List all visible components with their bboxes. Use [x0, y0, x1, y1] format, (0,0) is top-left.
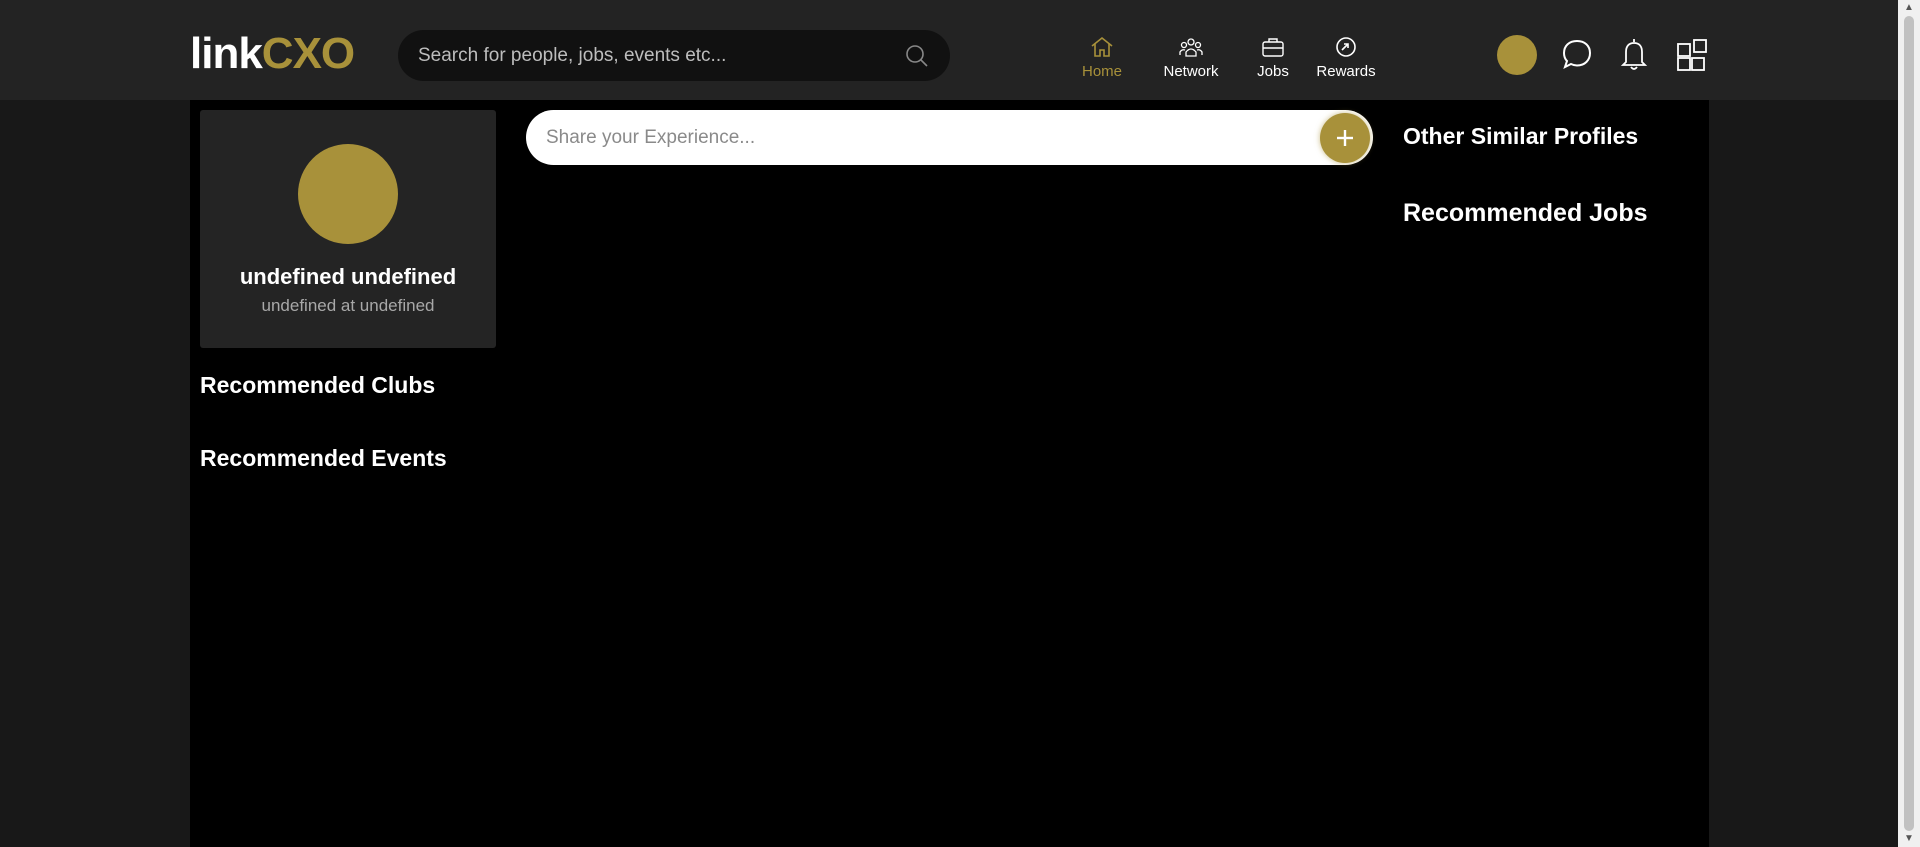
nav-network[interactable]: Network — [1160, 30, 1222, 80]
logo-text-link: link — [190, 29, 263, 78]
nav-jobs-label: Jobs — [1257, 63, 1289, 80]
network-icon — [1179, 38, 1203, 57]
share-experience-bar — [526, 110, 1373, 165]
nav-network-label: Network — [1163, 63, 1219, 80]
page-scrollbar[interactable]: ▲ ▼ — [1898, 0, 1920, 847]
briefcase-icon — [1262, 38, 1284, 57]
recommended-clubs-heading: Recommended Clubs — [200, 372, 436, 398]
nav-home[interactable]: Home — [1080, 30, 1124, 80]
apps-grid-icon[interactable] — [1676, 36, 1710, 72]
recommended-events-heading: Recommended Events — [200, 445, 447, 471]
recommended-jobs-heading: Recommended Jobs — [1403, 199, 1648, 227]
add-post-button[interactable] — [1320, 112, 1370, 163]
home-icon — [1091, 36, 1113, 57]
nav-rewards-label: Rewards — [1316, 63, 1376, 80]
scroll-down-arrow-icon[interactable]: ▼ — [1903, 834, 1915, 844]
profile-name: undefined undefined — [239, 264, 457, 289]
search-bar — [398, 30, 950, 81]
scroll-up-arrow-icon[interactable]: ▲ — [1903, 3, 1915, 13]
rewards-icon — [1336, 37, 1356, 57]
linkcxo-logo[interactable]: link CXO — [190, 29, 355, 78]
bell-icon[interactable] — [1617, 36, 1651, 72]
other-similar-profiles-heading: Other Similar Profiles — [1403, 123, 1639, 149]
plus-icon — [1337, 129, 1353, 146]
chat-icon[interactable] — [1560, 36, 1594, 72]
nav-jobs[interactable]: Jobs — [1255, 30, 1291, 80]
profile-card[interactable]: undefined undefined undefined at undefin… — [200, 110, 496, 348]
user-avatar[interactable] — [1497, 35, 1537, 75]
scrollbar-thumb[interactable] — [1904, 16, 1914, 831]
profile-avatar[interactable] — [298, 144, 398, 244]
top-navigation-bar: link CXO Home Network — [0, 0, 1898, 100]
nav-home-label: Home — [1081, 63, 1122, 80]
profile-subtitle: undefined at undefined — [261, 296, 435, 315]
share-experience-input[interactable] — [546, 126, 1320, 149]
logo-text-cxo: CXO — [261, 29, 355, 78]
search-input[interactable] — [418, 44, 904, 67]
search-icon[interactable] — [904, 43, 930, 69]
nav-rewards[interactable]: Rewards — [1315, 30, 1377, 80]
